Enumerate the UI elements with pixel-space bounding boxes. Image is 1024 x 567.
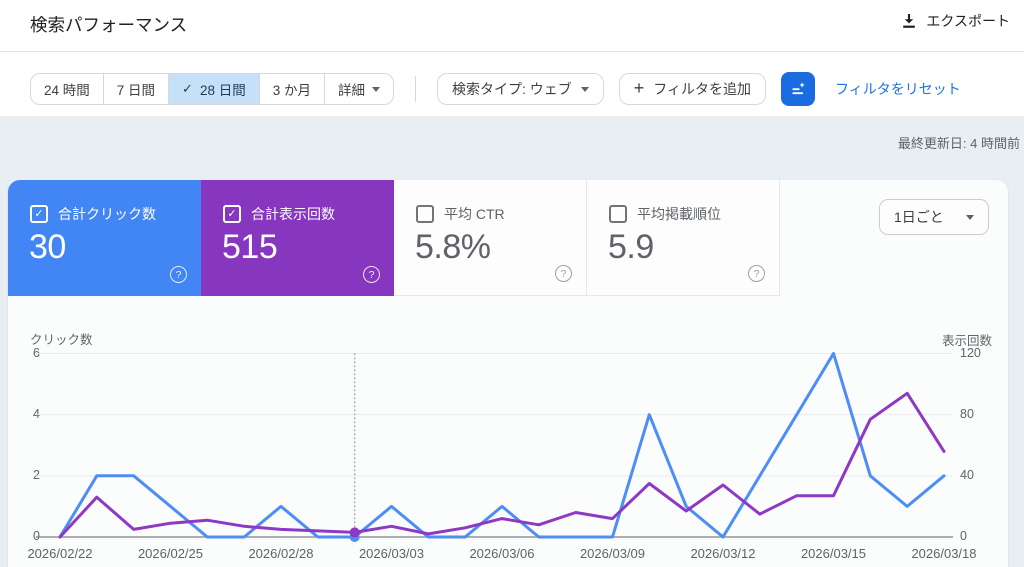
help-icon[interactable]: ? xyxy=(555,265,572,282)
checkbox-checked-icon[interactable]: ✓ xyxy=(30,205,48,223)
card-value: 5.8% xyxy=(415,228,491,266)
performance-panel: ✓ 合計クリック数 30 ? ✓ 合計表示回数 515 ? 平均 CTR 5.8… xyxy=(8,180,1008,567)
tab-label: 7 日間 xyxy=(116,83,156,98)
x-axis-tick: 2026/03/03 xyxy=(358,546,425,561)
help-icon[interactable]: ? xyxy=(363,266,380,283)
tab-label: 28 日間 xyxy=(199,83,246,98)
right-axis-tick: 80 xyxy=(960,406,974,421)
export-button[interactable]: エクスポート xyxy=(901,11,1010,31)
search-performance-page: 検索パフォーマンス エクスポート 24 時間 7 日間 ✓ 28 日間 3 か月… xyxy=(0,0,1024,567)
tab-28-days[interactable]: ✓ 28 日間 xyxy=(168,74,259,104)
left-axis-tick: 2 xyxy=(33,467,40,482)
left-axis-tick: 6 xyxy=(33,345,40,360)
chevron-down-icon xyxy=(580,87,589,92)
tab-label: 24 時間 xyxy=(44,83,90,98)
total-impressions-card[interactable]: ✓ 合計表示回数 515 ? xyxy=(201,180,394,296)
right-axis-tick: 0 xyxy=(960,529,967,543)
left-axis-tick: 4 xyxy=(33,406,40,421)
help-icon[interactable]: ? xyxy=(748,265,765,282)
add-filter-button[interactable]: + フィルタを追加 xyxy=(618,73,767,105)
tab-custom-dates[interactable]: 詳細 xyxy=(324,74,393,104)
tab-24-hours[interactable]: 24 時間 xyxy=(31,74,103,104)
last-updated-text: 最終更新日: 4 時間前 xyxy=(897,136,1020,151)
checkbox-unchecked-icon[interactable] xyxy=(416,205,434,223)
x-axis-tick: 2026/03/12 xyxy=(690,546,756,561)
search-type-label: 検索タイプ: ウェブ xyxy=(452,81,572,97)
card-value: 5.9 xyxy=(608,228,654,266)
card-label: 合計表示回数 xyxy=(251,206,335,222)
card-value: 30 xyxy=(29,228,66,266)
tab-3-months[interactable]: 3 か月 xyxy=(258,74,324,104)
checkbox-unchecked-icon[interactable] xyxy=(609,205,627,223)
date-range-tabs: 24 時間 7 日間 ✓ 28 日間 3 か月 詳細 xyxy=(30,73,394,105)
granularity-dropdown[interactable]: 1日ごと xyxy=(879,199,989,235)
average-ctr-card[interactable]: 平均 CTR 5.8% ? xyxy=(394,180,587,296)
card-label: 合計クリック数 xyxy=(58,206,156,222)
export-label: エクスポート xyxy=(926,13,1010,29)
download-icon xyxy=(903,14,916,28)
checkbox-checked-icon[interactable]: ✓ xyxy=(223,205,241,223)
plus-icon: + xyxy=(633,78,645,98)
right-axis-tick: 40 xyxy=(960,467,974,482)
vertical-divider xyxy=(415,76,416,102)
add-filter-label: フィルタを追加 xyxy=(653,81,752,97)
x-axis-tick: 2026/03/06 xyxy=(469,546,535,561)
average-position-card[interactable]: 平均掲載順位 5.9 ? xyxy=(587,180,780,296)
x-axis-tick: 2026/02/28 xyxy=(248,546,314,561)
chevron-down-icon xyxy=(966,215,974,220)
x-axis-tick: 2026/03/09 xyxy=(579,546,646,561)
x-axis-tick: 2026/03/18 xyxy=(911,546,977,561)
filter-sparkle-icon xyxy=(792,82,805,95)
right-axis-tick: 120 xyxy=(960,345,981,360)
granularity-label: 1日ごと xyxy=(894,209,944,225)
left-axis-tick: 0 xyxy=(33,529,40,543)
check-icon: ✓ xyxy=(182,81,193,96)
filter-settings-button[interactable] xyxy=(781,72,816,106)
tab-7-days[interactable]: 7 日間 xyxy=(102,74,168,104)
filter-bar: 24 時間 7 日間 ✓ 28 日間 3 か月 詳細 検索タイプ: ウェブ + … xyxy=(30,72,961,106)
tab-label: 3 か月 xyxy=(272,83,311,98)
x-axis-tick: 2026/02/22 xyxy=(27,546,93,561)
search-type-dropdown[interactable]: 検索タイプ: ウェブ xyxy=(437,73,604,105)
reset-filters-link[interactable]: フィルタをリセット xyxy=(835,79,961,99)
x-axis-tick: 2026/02/25 xyxy=(137,546,204,561)
card-value: 515 xyxy=(222,228,278,266)
x-axis-tick: 2026/03/15 xyxy=(800,546,867,561)
total-clicks-card[interactable]: ✓ 合計クリック数 30 ? xyxy=(8,180,201,296)
metric-cards: ✓ 合計クリック数 30 ? ✓ 合計表示回数 515 ? 平均 CTR 5.8… xyxy=(8,180,780,296)
header-divider xyxy=(0,51,1024,52)
card-label: 平均掲載順位 xyxy=(637,206,721,222)
header-bar: 検索パフォーマンス エクスポート 24 時間 7 日間 ✓ 28 日間 3 か月… xyxy=(0,0,1024,116)
card-label: 平均 CTR xyxy=(444,206,505,222)
chevron-down-icon xyxy=(372,87,380,92)
page-title: 検索パフォーマンス xyxy=(30,15,188,35)
help-icon[interactable]: ? xyxy=(170,266,187,283)
tab-label: 詳細 xyxy=(338,83,365,98)
